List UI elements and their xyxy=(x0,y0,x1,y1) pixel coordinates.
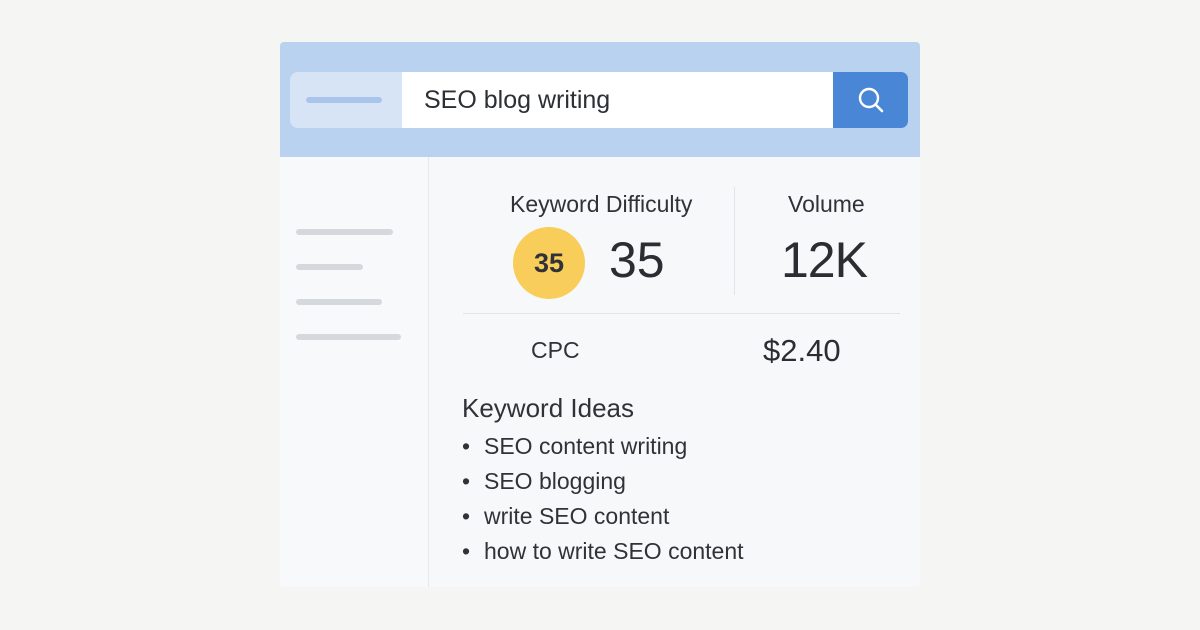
keyword-idea-item[interactable]: • SEO blogging xyxy=(462,464,744,499)
cpc-value: $2.40 xyxy=(763,333,841,368)
keyword-idea-item[interactable]: • how to write SEO content xyxy=(462,534,744,569)
search-button[interactable] xyxy=(833,72,908,128)
cpc-label: CPC xyxy=(531,337,580,363)
menu-icon xyxy=(306,97,382,103)
keyword-tool-card: Keyword Difficulty 35 35 Volume 12K CPC … xyxy=(280,42,920,587)
search-bar-area xyxy=(280,42,920,157)
keyword-ideas-title: Keyword Ideas xyxy=(462,393,634,423)
sidebar-item[interactable] xyxy=(296,229,393,235)
sidebar xyxy=(280,157,429,587)
sidebar-item[interactable] xyxy=(296,299,382,305)
volume-value: 12K xyxy=(781,232,868,288)
keyword-idea-text: SEO content writing xyxy=(484,433,688,459)
menu-button[interactable] xyxy=(290,72,410,128)
metrics-panel: Keyword Difficulty 35 35 Volume 12K CPC … xyxy=(429,157,920,587)
search-input[interactable] xyxy=(402,72,834,128)
bullet-icon: • xyxy=(462,468,471,494)
keyword-ideas-list: • SEO content writing • SEO blogging • writ… xyxy=(462,429,744,569)
keyword-idea-text: how to write SEO content xyxy=(484,538,744,564)
keyword-difficulty-badge: 35 xyxy=(513,227,585,299)
bullet-icon: • xyxy=(462,503,471,529)
keyword-difficulty-label: Keyword Difficulty xyxy=(510,191,693,217)
keyword-idea-item[interactable]: • write SEO content xyxy=(462,499,744,534)
keyword-idea-text: SEO blogging xyxy=(484,468,626,494)
keyword-idea-item[interactable]: • SEO content writing xyxy=(462,429,744,464)
bullet-icon: • xyxy=(462,433,471,459)
section-divider xyxy=(463,313,900,314)
sidebar-item[interactable] xyxy=(296,264,363,270)
keyword-difficulty-value: 35 xyxy=(609,232,665,288)
sidebar-item[interactable] xyxy=(296,334,401,340)
keyword-idea-text: write SEO content xyxy=(484,503,670,529)
volume-label: Volume xyxy=(788,191,865,217)
metrics-divider xyxy=(734,187,735,295)
search-icon xyxy=(858,87,883,113)
bullet-icon: • xyxy=(462,538,471,564)
